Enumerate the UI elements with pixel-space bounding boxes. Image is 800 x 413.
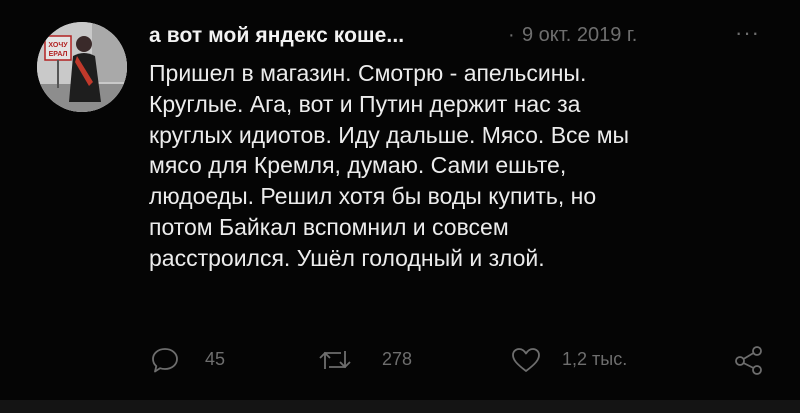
tweet-card[interactable]: ХОЧУ ЕРАЛ а вот мой яндекс коше... · 9 о… bbox=[0, 0, 800, 413]
more-options-icon[interactable]: ··· bbox=[735, 20, 760, 46]
avatar[interactable]: ХОЧУ ЕРАЛ bbox=[37, 22, 127, 112]
reply-count: 45 bbox=[205, 349, 226, 369]
tweet-header: а вот мой яндекс коше... · 9 окт. 2019 г… bbox=[149, 20, 769, 54]
tweet-text-line: круглых идиотов. Иду дальше. Мясо. Все м… bbox=[149, 121, 630, 148]
reply-button[interactable]: 45 bbox=[150, 340, 260, 380]
avatar-sign-line-2: ЕРАЛ bbox=[49, 51, 68, 58]
avatar-image: ХОЧУ ЕРАЛ bbox=[37, 22, 127, 112]
share-button[interactable] bbox=[732, 340, 772, 380]
tweet-text: Пришел в магазин. Смотрю - апельсины. Кр… bbox=[149, 58, 779, 274]
tweet-text-line: Круглые. Ага, вот и Путин держит нас за bbox=[149, 90, 581, 117]
tweet-text-line: Пришел в магазин. Смотрю - апельсины. bbox=[149, 60, 587, 86]
tweet-text-line: людоеды. Решил хотя бы воды купить, но bbox=[149, 183, 597, 210]
like-button[interactable]: 1,2 тыс. bbox=[510, 340, 660, 380]
heart-icon bbox=[512, 348, 540, 372]
tweet-text-line: потом Байкал вспомнил и совсем bbox=[149, 213, 509, 240]
share-icon bbox=[735, 346, 762, 375]
bottom-divider bbox=[0, 400, 800, 413]
retweet-icon bbox=[319, 351, 351, 369]
reply-icon bbox=[152, 348, 178, 373]
tweet-date[interactable]: 9 окт. 2019 г. bbox=[522, 24, 637, 47]
retweet-count: 278 bbox=[382, 349, 413, 369]
retweet-button[interactable]: 278 bbox=[317, 340, 437, 380]
tweet-text-line: расстроился. Ушёл голодный и злой. bbox=[149, 244, 545, 271]
like-count: 1,2 тыс. bbox=[562, 349, 628, 369]
tweet-text-line: мясо для Кремля, думаю. Сами ешьте, bbox=[149, 152, 567, 179]
avatar-sign-line-1: ХОЧУ bbox=[48, 42, 68, 49]
tweet-actions: 45 278 1,2 тыс. bbox=[0, 340, 800, 380]
author-name[interactable]: а вот мой яндекс коше... bbox=[149, 24, 404, 48]
header-separator: · bbox=[508, 24, 515, 46]
